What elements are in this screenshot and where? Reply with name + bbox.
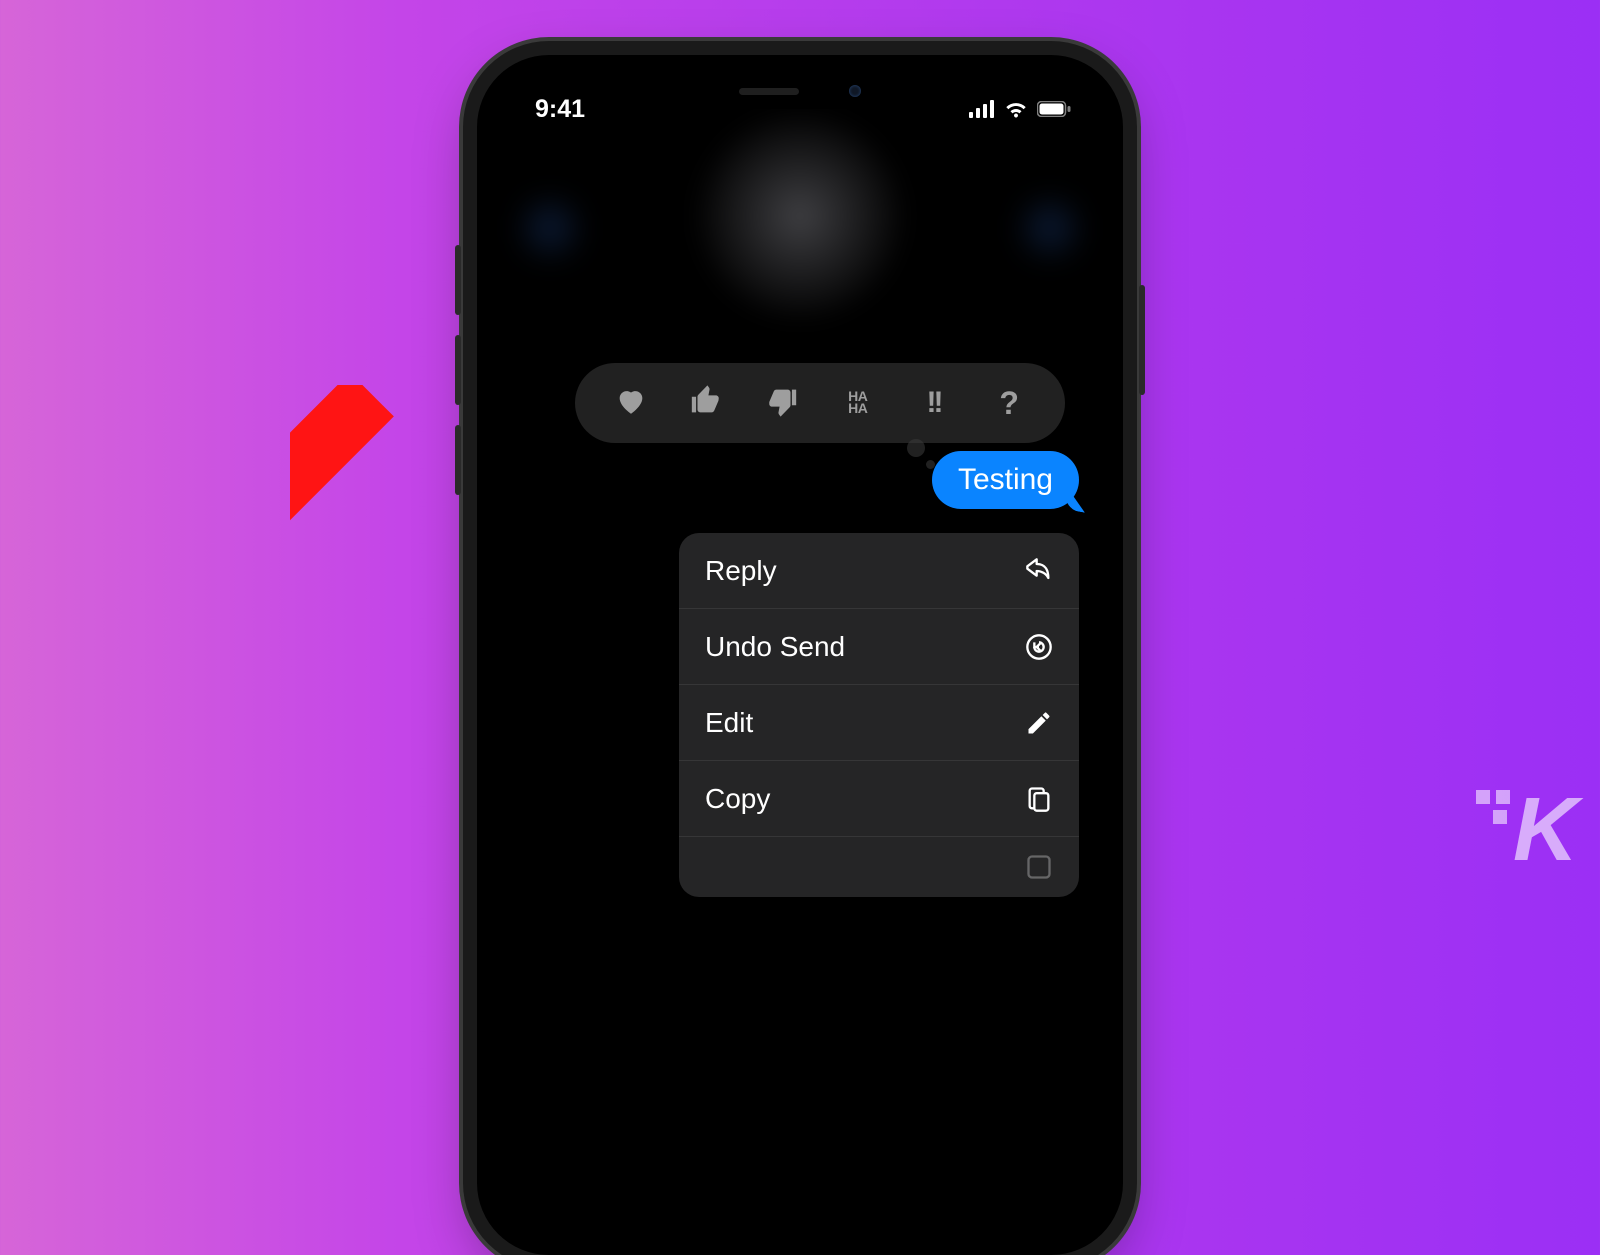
wifi-icon — [1003, 99, 1029, 119]
menu-label: Undo Send — [705, 631, 845, 663]
menu-label: Edit — [705, 707, 753, 739]
status-time: 9:41 — [535, 95, 585, 124]
thumbs-down-icon — [765, 384, 799, 423]
bubble-tail — [1063, 487, 1088, 512]
doc-on-doc-icon — [1025, 785, 1053, 813]
menu-label: Copy — [705, 783, 770, 815]
pencil-icon — [1025, 709, 1053, 737]
speaker-grille — [739, 88, 799, 95]
undo-circle-icon — [1025, 633, 1053, 661]
message-context-menu: Reply Undo Send Edit Copy — [679, 533, 1079, 897]
watermark-logo: K — [1513, 779, 1572, 882]
tapback-heart[interactable] — [611, 383, 651, 423]
phone-screen: 9:41 — [495, 73, 1105, 1237]
battery-icon — [1037, 101, 1071, 117]
tapback-emphasis[interactable]: !! — [913, 383, 953, 423]
menu-item-reply[interactable]: Reply — [679, 533, 1079, 609]
tapback-thumbs-down[interactable] — [762, 383, 802, 423]
tapback-tail — [907, 439, 925, 457]
question-mark-icon: ? — [999, 385, 1019, 422]
double-exclamation-icon: !! — [926, 386, 940, 420]
phone-frame: 9:41 — [477, 55, 1123, 1255]
heart-icon — [614, 384, 648, 423]
thumbs-up-icon — [689, 384, 723, 423]
translate-icon — [1025, 853, 1053, 881]
blurred-back-button — [525, 203, 575, 253]
menu-item-edit[interactable]: Edit — [679, 685, 1079, 761]
menu-item-cutoff[interactable] — [679, 837, 1079, 897]
status-icons — [969, 99, 1071, 119]
tapback-reaction-bar: HA HA !! ? — [575, 363, 1065, 443]
tapback-question[interactable]: ? — [989, 383, 1029, 423]
tapback-thumbs-up[interactable] — [686, 383, 726, 423]
menu-item-undo-send[interactable]: Undo Send — [679, 609, 1079, 685]
notch — [685, 73, 915, 109]
watermark-letter: K — [1513, 780, 1572, 880]
sent-message-bubble[interactable]: Testing — [932, 451, 1079, 509]
message-text: Testing — [958, 463, 1053, 496]
front-camera — [849, 85, 861, 97]
menu-item-copy[interactable]: Copy — [679, 761, 1079, 837]
reply-arrow-icon — [1025, 557, 1053, 585]
watermark-dots-icon — [1473, 787, 1513, 827]
cellular-signal-icon — [969, 100, 995, 118]
tapback-haha[interactable]: HA HA — [838, 383, 878, 423]
menu-label: Reply — [705, 555, 777, 587]
blurred-facetime-button — [1025, 203, 1075, 253]
haha-icon: HA HA — [848, 391, 867, 415]
